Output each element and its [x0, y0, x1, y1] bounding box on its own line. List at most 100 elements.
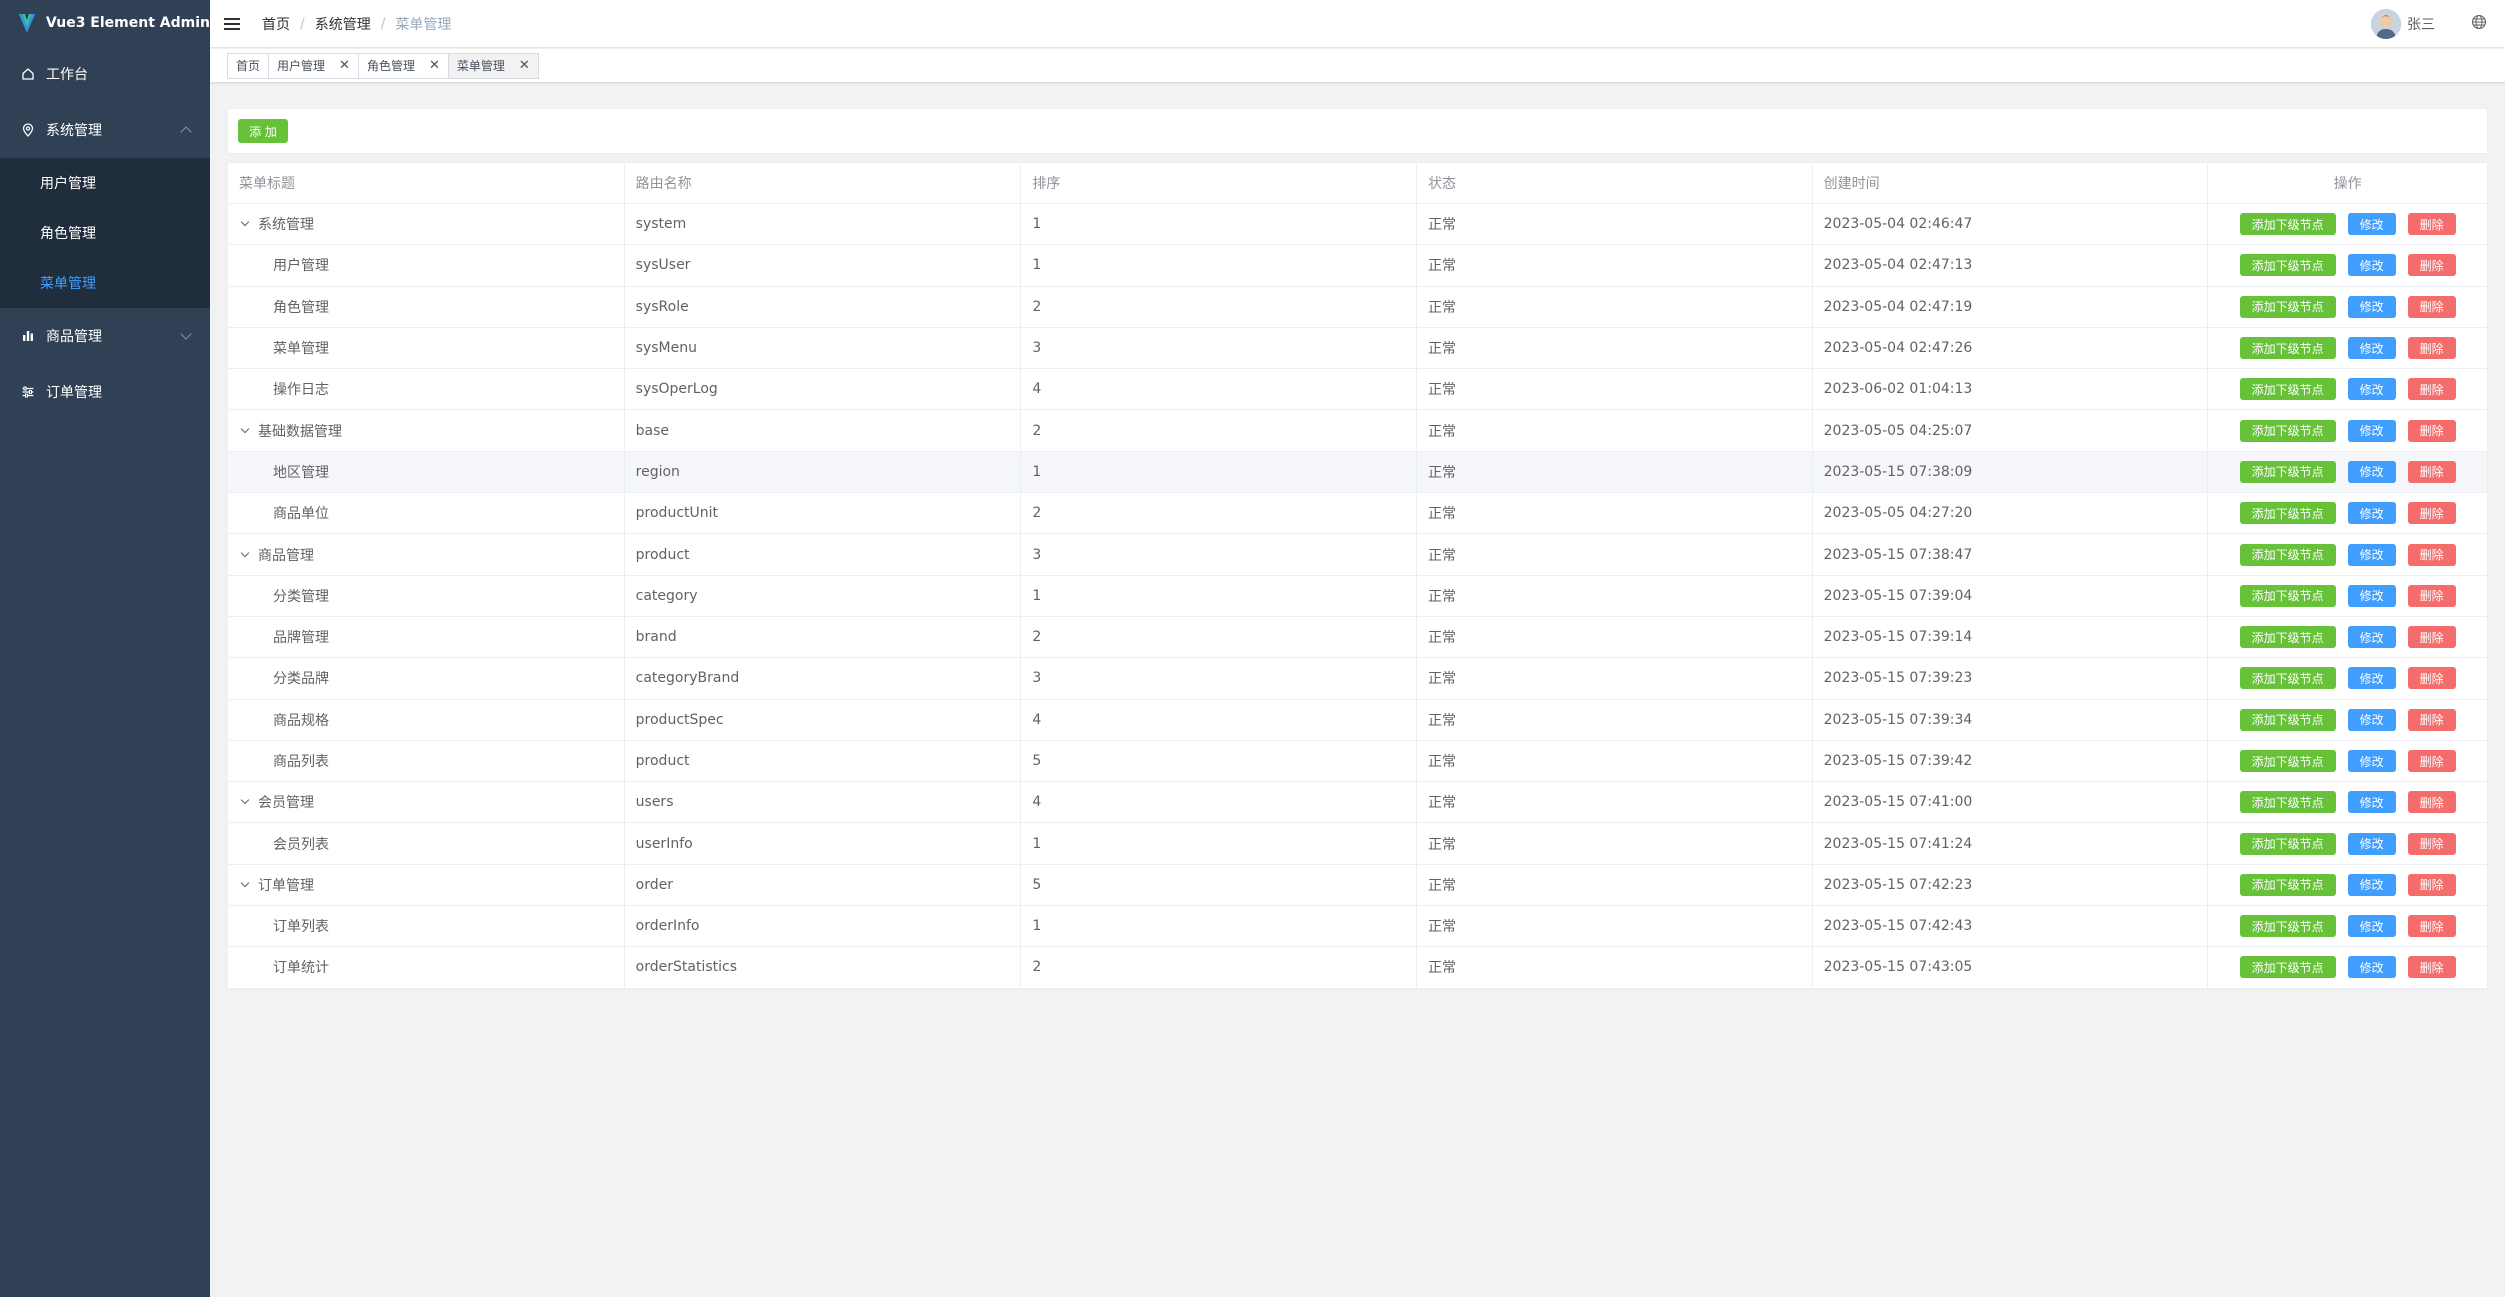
close-icon[interactable]: ✕ — [519, 58, 530, 73]
tag-menus[interactable]: 菜单管理 ✕ — [448, 52, 539, 79]
delete-button[interactable]: 删除 — [2407, 543, 2456, 566]
edit-button[interactable]: 修改 — [2347, 832, 2396, 855]
delete-button[interactable]: 删除 — [2407, 708, 2456, 731]
chevron-down-icon[interactable] — [240, 878, 250, 888]
add-child-button[interactable]: 添加下级节点 — [2239, 295, 2336, 318]
delete-button[interactable]: 删除 — [2407, 626, 2456, 649]
delete-button[interactable]: 删除 — [2407, 873, 2456, 896]
breadcrumb-home[interactable]: 首页 — [262, 14, 290, 34]
edit-button[interactable]: 修改 — [2347, 213, 2396, 236]
edit-button[interactable]: 修改 — [2347, 750, 2396, 772]
edit-button[interactable]: 修改 — [2347, 460, 2396, 483]
tag-home[interactable]: 首页 — [227, 52, 270, 79]
breadcrumb-system[interactable]: 系统管理 — [315, 14, 371, 34]
edit-button[interactable]: 修改 — [2347, 584, 2396, 607]
hamburger-icon[interactable] — [224, 15, 240, 33]
cell-created: 2023-05-15 07:41:24 — [1813, 823, 2209, 864]
tag-users[interactable]: 用户管理 ✕ — [269, 52, 359, 79]
add-child-button[interactable]: 添加下级节点 — [2239, 956, 2336, 979]
edit-button[interactable]: 修改 — [2347, 873, 2396, 896]
chevron-down-icon[interactable] — [240, 424, 250, 433]
cell-created: 2023-05-15 07:39:14 — [1813, 616, 2209, 658]
sidebar-item-label: 工作台 — [46, 67, 88, 83]
close-icon[interactable]: ✕ — [429, 58, 440, 73]
edit-button[interactable]: 修改 — [2347, 626, 2396, 649]
cell-actions: 添加下级节点 修改 删除 — [2208, 617, 2487, 657]
add-child-button[interactable]: 添加下级节点 — [2239, 832, 2336, 855]
edit-button[interactable]: 修改 — [2347, 502, 2396, 525]
add-child-button[interactable]: 添加下级节点 — [2239, 378, 2336, 401]
cell-status: 正常 — [1417, 864, 1813, 906]
edit-button[interactable]: 修改 — [2347, 378, 2396, 401]
edit-button[interactable]: 修改 — [2347, 337, 2396, 360]
avatar[interactable] — [2371, 9, 2401, 39]
edit-button[interactable]: 修改 — [2347, 254, 2396, 277]
add-child-button[interactable]: 添加下级节点 — [2239, 460, 2336, 483]
delete-button[interactable]: 删除 — [2407, 915, 2456, 938]
edit-button[interactable]: 修改 — [2347, 419, 2396, 442]
close-icon[interactable]: ✕ — [339, 58, 350, 73]
logo[interactable]: Vue3 Element Admin — [0, 0, 210, 46]
add-child-button[interactable]: 添加下级节点 — [2239, 791, 2336, 814]
globe-icon[interactable] — [2471, 14, 2487, 34]
sidebar-item-label: 商品管理 — [46, 329, 102, 345]
delete-button[interactable]: 删除 — [2407, 378, 2456, 401]
delete-button[interactable]: 删除 — [2407, 337, 2456, 360]
edit-button[interactable]: 修改 — [2347, 915, 2396, 938]
user-area: 张三 — [2371, 0, 2487, 48]
chevron-down-icon[interactable] — [240, 217, 250, 227]
sidebar-item-system[interactable]: 系统管理 — [0, 102, 210, 158]
edit-button[interactable]: 修改 — [2347, 543, 2396, 566]
delete-button[interactable]: 删除 — [2407, 254, 2456, 277]
tag-roles[interactable]: 角色管理 ✕ — [358, 52, 449, 79]
add-child-button[interactable]: 添加下级节点 — [2239, 667, 2336, 690]
menu-title: 角色管理 — [273, 299, 329, 316]
cell-route: product — [625, 534, 1022, 575]
delete-button[interactable]: 删除 — [2407, 832, 2456, 855]
add-child-button[interactable]: 添加下级节点 — [2239, 502, 2336, 525]
add-child-button[interactable]: 添加下级节点 — [2239, 626, 2336, 649]
chevron-down-icon[interactable] — [240, 796, 250, 805]
add-child-button[interactable]: 添加下级节点 — [2239, 213, 2336, 236]
sidebar-item-dashboard[interactable]: 工作台 — [0, 46, 210, 102]
sidebar-item-menus[interactable]: 菜单管理 — [0, 258, 210, 308]
username[interactable]: 张三 — [2407, 14, 2435, 34]
chevron-down-icon[interactable] — [240, 548, 250, 557]
cell-route: region — [625, 451, 1022, 493]
cell-sort: 4 — [1021, 369, 1417, 410]
add-child-button[interactable]: 添加下级节点 — [2239, 873, 2336, 896]
sidebar-item-products[interactable]: 商品管理 — [0, 308, 210, 364]
delete-button[interactable]: 删除 — [2407, 584, 2456, 607]
delete-button[interactable]: 删除 — [2407, 460, 2456, 483]
add-child-button[interactable]: 添加下级节点 — [2239, 337, 2336, 360]
breadcrumb-separator: / — [300, 15, 305, 32]
edit-button[interactable]: 修改 — [2347, 956, 2396, 979]
add-child-button[interactable]: 添加下级节点 — [2239, 915, 2336, 938]
add-child-button[interactable]: 添加下级节点 — [2239, 708, 2336, 731]
delete-button[interactable]: 删除 — [2407, 956, 2456, 979]
add-child-button[interactable]: 添加下级节点 — [2239, 543, 2336, 566]
delete-button[interactable]: 删除 — [2407, 750, 2456, 772]
add-child-button[interactable]: 添加下级节点 — [2239, 254, 2336, 277]
sidebar-item-users[interactable]: 用户管理 — [0, 158, 210, 208]
edit-button[interactable]: 修改 — [2347, 708, 2396, 731]
cell-created: 2023-05-15 07:38:47 — [1813, 534, 2209, 575]
edit-button[interactable]: 修改 — [2347, 295, 2396, 318]
delete-button[interactable]: 删除 — [2407, 419, 2456, 442]
cell-title: 商品列表 — [228, 740, 625, 782]
delete-button[interactable]: 删除 — [2407, 791, 2456, 814]
delete-button[interactable]: 删除 — [2407, 295, 2456, 318]
add-child-button[interactable]: 添加下级节点 — [2239, 419, 2336, 442]
sidebar-item-orders[interactable]: 订单管理 — [0, 364, 210, 420]
delete-button[interactable]: 删除 — [2407, 667, 2456, 690]
sidebar-item-roles[interactable]: 角色管理 — [0, 208, 210, 258]
edit-button[interactable]: 修改 — [2347, 791, 2396, 814]
add-child-button[interactable]: 添加下级节点 — [2239, 750, 2336, 772]
cell-actions: 添加下级节点 修改 删除 — [2208, 865, 2487, 905]
delete-button[interactable]: 删除 — [2407, 502, 2456, 525]
edit-button[interactable]: 修改 — [2347, 667, 2396, 690]
cell-created: 2023-05-04 02:46:47 — [1813, 204, 2209, 245]
add-button[interactable]: 添 加 — [238, 119, 288, 143]
delete-button[interactable]: 删除 — [2407, 213, 2456, 236]
add-child-button[interactable]: 添加下级节点 — [2239, 584, 2336, 607]
